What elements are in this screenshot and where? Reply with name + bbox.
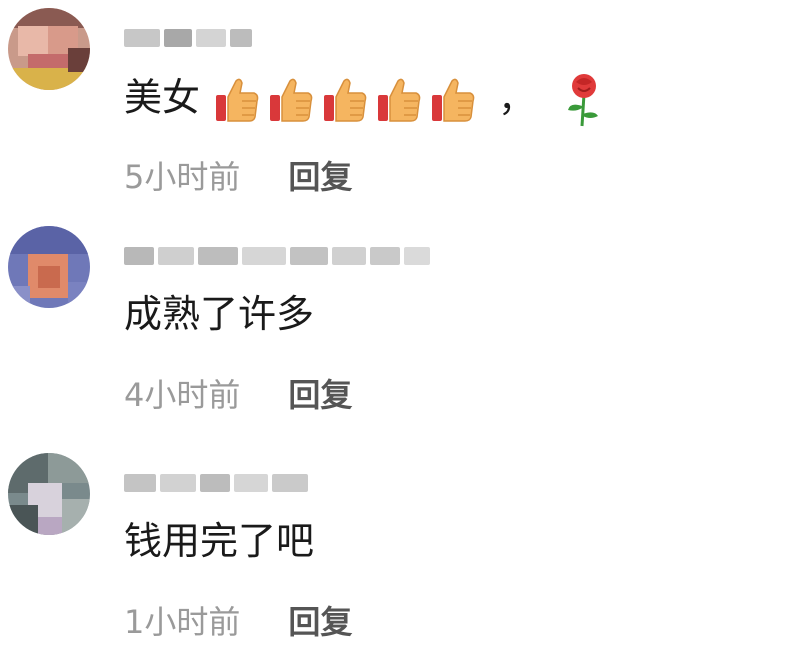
comment-meta: 1小时前 回复 bbox=[124, 597, 352, 643]
thumbs-up-icon bbox=[216, 78, 259, 122]
comment-meta: 5小时前 回复 bbox=[124, 152, 352, 198]
username[interactable] bbox=[124, 24, 252, 52]
timestamp: 4小时前 bbox=[124, 376, 241, 414]
comment-meta: 4小时前 回复 bbox=[124, 370, 352, 416]
thumbs-up-icon bbox=[378, 78, 421, 122]
timestamp: 1小时前 bbox=[124, 603, 241, 641]
thumbs-up-icon bbox=[270, 78, 313, 122]
reply-button[interactable]: 回复 bbox=[288, 370, 352, 416]
comment-text: 钱用完了吧 bbox=[124, 519, 315, 563]
rose-icon bbox=[568, 74, 599, 127]
comment-text: 成熟了许多 bbox=[124, 292, 315, 336]
username[interactable] bbox=[124, 242, 430, 270]
thumbs-up-icon bbox=[324, 78, 367, 122]
thumbs-up-icon bbox=[432, 78, 475, 122]
comment-text-content: 美女 bbox=[124, 75, 201, 120]
avatar[interactable] bbox=[8, 8, 90, 90]
avatar[interactable] bbox=[8, 453, 90, 535]
avatar[interactable] bbox=[8, 226, 90, 308]
emoji-row bbox=[212, 75, 478, 125]
comment-text: 美女 ， bbox=[124, 72, 606, 128]
username[interactable] bbox=[124, 469, 308, 497]
reply-button[interactable]: 回复 bbox=[288, 597, 352, 643]
reply-button[interactable]: 回复 bbox=[288, 152, 352, 198]
timestamp: 5小时前 bbox=[124, 158, 241, 196]
comma: ， bbox=[498, 78, 535, 120]
